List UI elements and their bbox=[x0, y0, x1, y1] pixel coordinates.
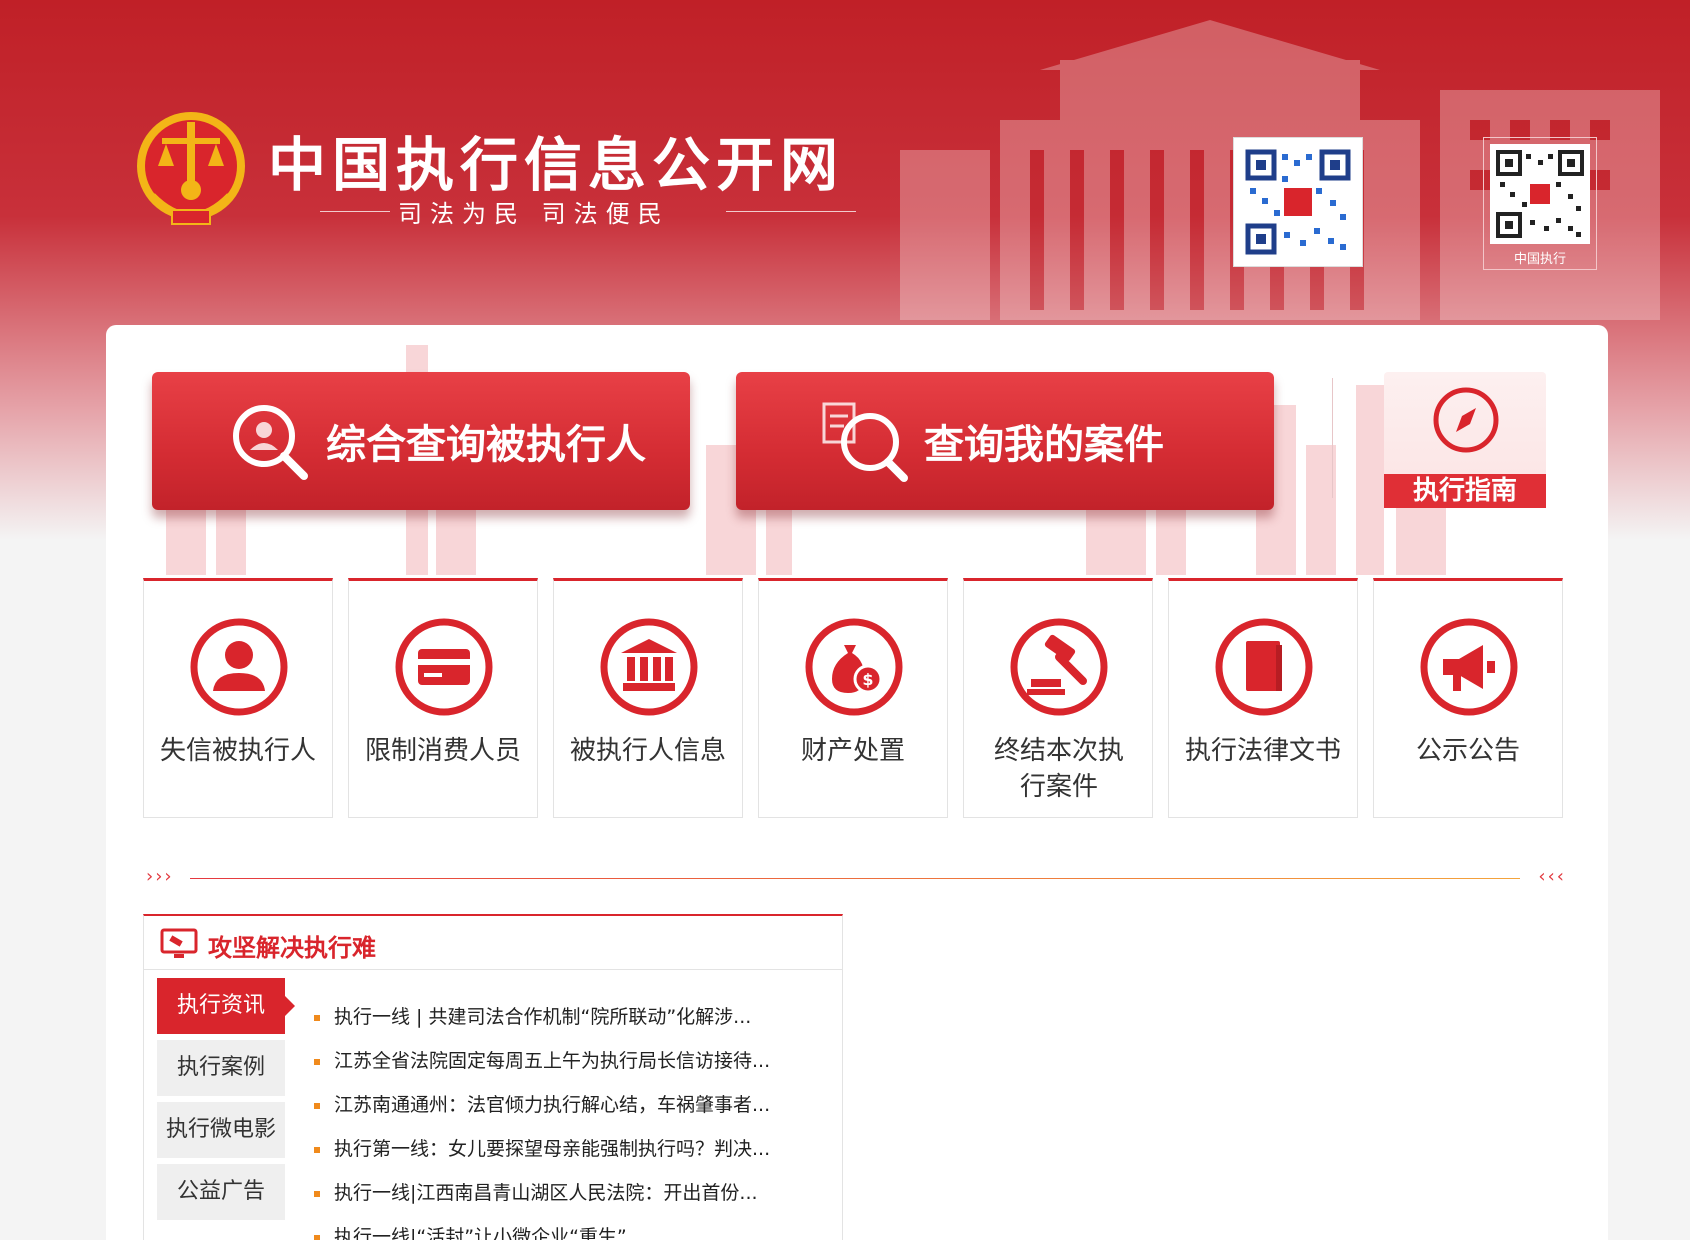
execution-guide-label: 执行指南 bbox=[1384, 474, 1546, 508]
tile-label: 公示公告 bbox=[1415, 736, 1520, 766]
megaphone-icon bbox=[1420, 618, 1518, 716]
tile-label: 限制消费人员 bbox=[364, 736, 521, 766]
tab-public-ads[interactable]: 公益广告 bbox=[157, 1164, 285, 1220]
slogan-line-right bbox=[726, 211, 856, 212]
svg-text:$: $ bbox=[862, 670, 873, 689]
tile-legal-documents[interactable]: 执行法律文书 bbox=[1168, 578, 1358, 818]
court-emblem-logo bbox=[137, 112, 245, 225]
wechat-qr-code bbox=[1233, 137, 1363, 267]
person-search-icon bbox=[233, 405, 308, 480]
execution-guide-button[interactable]: 执行指南 bbox=[1384, 372, 1546, 508]
card-icon bbox=[395, 618, 493, 716]
news-item[interactable]: 执行第一线：女儿要探望母亲能强制执行吗？判决... bbox=[314, 1134, 834, 1161]
person-icon bbox=[190, 618, 288, 716]
qr-code-icon bbox=[1245, 149, 1351, 255]
tab-execution-cases[interactable]: 执行案例 bbox=[157, 1040, 285, 1096]
news-item-text: 执行一线|江西南昌青山湖区人民法院：开出首份... bbox=[334, 1182, 758, 1204]
tile-public-announcements[interactable]: 公示公告 bbox=[1373, 578, 1563, 818]
news-item[interactable]: 执行一线|“活封”让小微企业“重生” bbox=[314, 1222, 834, 1240]
query-executed-person-button[interactable]: 综合查询被执行人 bbox=[152, 372, 690, 510]
qr-code-icon bbox=[1496, 150, 1584, 238]
compass-icon bbox=[1433, 387, 1499, 453]
money-bag-icon: $ bbox=[805, 618, 903, 716]
tile-consumption-restricted[interactable]: 限制消费人员 bbox=[348, 578, 538, 818]
news-item[interactable]: 执行一线|江西南昌青山湖区人民法院：开出首份... bbox=[314, 1178, 834, 1205]
tab-execution-news[interactable]: 执行资讯 bbox=[157, 978, 295, 1034]
monitor-icon bbox=[160, 928, 198, 958]
guide-divider bbox=[1332, 378, 1333, 498]
slogan: 司法为民 司法便民 bbox=[398, 200, 670, 228]
slogan-row: 司法为民 司法便民 bbox=[320, 194, 860, 230]
news-title: 攻坚解决执行难 bbox=[208, 934, 376, 962]
bullet-icon bbox=[314, 1190, 320, 1197]
document-search-icon bbox=[822, 402, 908, 482]
news-item-text: 执行一线|“活封”让小微企业“重生” bbox=[334, 1226, 627, 1240]
bullet-icon bbox=[314, 1234, 320, 1240]
news-item[interactable]: 执行一线 | 共建司法合作机制“院所联动”化解涉... bbox=[314, 1002, 834, 1029]
bullet-icon bbox=[314, 1102, 320, 1109]
tile-executed-person-info[interactable]: 被执行人信息 bbox=[553, 578, 743, 818]
tile-label: 终结本次执行案件 bbox=[993, 736, 1124, 802]
divider-arrows-left: ››› bbox=[146, 866, 174, 887]
tile-label: 被执行人信息 bbox=[569, 736, 726, 766]
news-item[interactable]: 江苏全省法院固定每周五上午为执行局长信访接待... bbox=[314, 1046, 834, 1073]
news-panel: 攻坚解决执行难 执行资讯 执行案例 执行微电影 公益广告 执行一线 | 共建司法… bbox=[143, 914, 843, 1240]
news-item[interactable]: 江苏南通通州：法官倾力执行解心结，车祸肇事者... bbox=[314, 1090, 834, 1117]
slogan-line-left bbox=[320, 211, 390, 212]
tile-label: 财产处置 bbox=[800, 736, 905, 766]
divider-arrows-right: ‹‹‹ bbox=[1538, 866, 1566, 887]
news-item-text: 执行第一线：女儿要探望母亲能强制执行吗？判决... bbox=[334, 1138, 771, 1160]
query-executed-label: 综合查询被执行人 bbox=[326, 422, 646, 468]
tile-label: 失信被执行人 bbox=[159, 736, 316, 766]
tile-property-disposal[interactable]: $ 财产处置 bbox=[758, 578, 948, 818]
tile-terminated-cases[interactable]: 终结本次执行案件 bbox=[963, 578, 1153, 818]
tab-execution-microfilm[interactable]: 执行微电影 bbox=[157, 1102, 285, 1158]
court-building-icon bbox=[600, 618, 698, 716]
divider-line bbox=[190, 878, 1520, 879]
news-header: 攻坚解决执行难 bbox=[144, 916, 842, 970]
query-my-case-label: 查询我的案件 bbox=[924, 422, 1164, 468]
section-divider: ››› ‹‹‹ bbox=[146, 866, 1566, 890]
gavel-icon bbox=[1010, 618, 1108, 716]
tile-dishonest-executed[interactable]: 失信被执行人 bbox=[143, 578, 333, 818]
tile-label: 执行法律文书 bbox=[1184, 736, 1341, 766]
query-my-case-button[interactable]: 查询我的案件 bbox=[736, 372, 1274, 510]
news-item-text: 江苏南通通州：法官倾力执行解心结，车祸肇事者... bbox=[334, 1094, 771, 1116]
news-item-text: 江苏全省法院固定每周五上午为执行局长信访接待... bbox=[334, 1050, 771, 1072]
bullet-icon bbox=[314, 1146, 320, 1153]
app-qr-code: 中国执行 bbox=[1483, 137, 1597, 270]
site-title: 中国执行信息公开网 bbox=[268, 131, 845, 199]
book-icon bbox=[1215, 618, 1313, 716]
bullet-icon bbox=[314, 1014, 320, 1021]
bullet-icon bbox=[314, 1058, 320, 1065]
app-qr-caption: 中国执行 bbox=[1513, 252, 1566, 267]
news-item-text: 执行一线 | 共建司法合作机制“院所联动”化解涉... bbox=[334, 1006, 752, 1028]
